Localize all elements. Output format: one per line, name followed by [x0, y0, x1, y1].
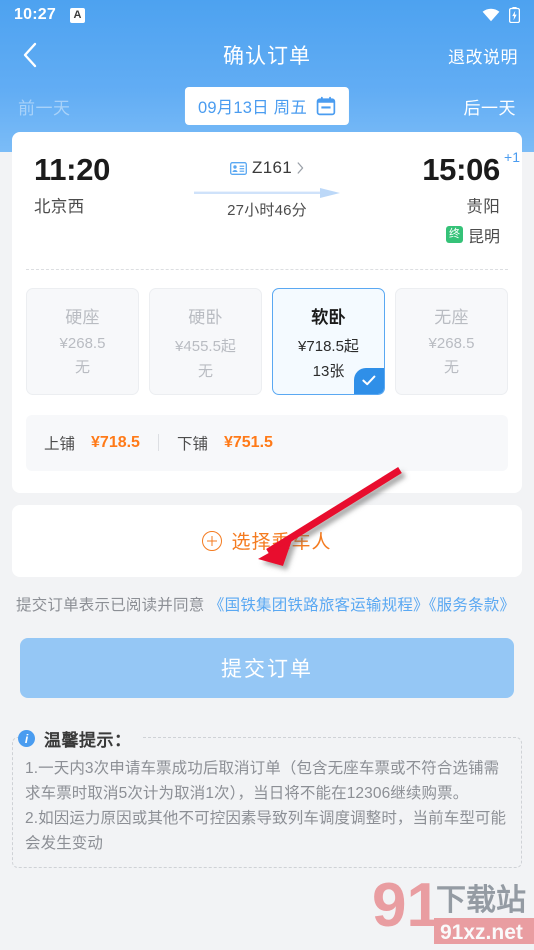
watermark-cn: 下载站: [436, 884, 526, 917]
train-number: Z161: [252, 158, 292, 177]
add-passenger-inner: 选择乘车人: [202, 527, 331, 554]
tip-line-1: 1.一天内3次申请车票成功后取消订单（包含无座车票或不符合选铺需求车票时取消5次…: [25, 760, 500, 803]
tips-title: 温馨提示：: [44, 731, 132, 751]
trip-card: 11:20 北京西 Z161 27小时46分 15:06 +1 贵阳 终 昆明 …: [12, 132, 522, 493]
berth-price-row: 上铺 ¥718.5 下铺 ¥751.5: [26, 414, 508, 471]
chevron-right-icon: [297, 162, 304, 174]
terminal-badge: 终: [445, 226, 463, 244]
tips-box: 1.一天内3次申请车票成功后取消订单（包含无座车票或不符合选铺需求车票时取消5次…: [12, 737, 522, 868]
seat-class-price: ¥268.5: [428, 334, 475, 352]
tips-header: i 温馨提示：: [18, 726, 142, 752]
seat-class-name: 软卧: [311, 307, 346, 327]
id-card-icon: [230, 161, 247, 175]
wifi-icon: [482, 8, 500, 22]
terminal-station-row: 终 昆明: [368, 223, 500, 247]
arrival-time-value: 15:06: [422, 152, 500, 187]
watermark-digit: 91: [374, 871, 441, 940]
seat-class-price: ¥455.5起: [175, 337, 236, 355]
trip-duration: 27小时46分: [227, 202, 307, 219]
departure-block: 11:20 北京西: [34, 152, 166, 217]
seat-class-count: 无: [74, 358, 90, 376]
seat-class-price: ¥268.5: [59, 334, 106, 352]
card-bottom-spacer: [12, 471, 522, 493]
selected-check-icon: [354, 367, 384, 394]
seat-class-tile-1[interactable]: 硬卧 ¥455.5起 无: [149, 287, 262, 395]
add-passenger-card[interactable]: 选择乘车人: [12, 504, 522, 577]
seat-class-count: 无: [443, 358, 459, 376]
watermark-url: 91xz.net: [440, 921, 523, 944]
arrival-day-offset: +1: [504, 149, 520, 165]
tip-line-2: 2.如因运力原因或其他不可控因素导致列车调度调整时，当前车型可能会发生变动: [25, 810, 507, 853]
seat-class-name: 无座: [434, 307, 469, 327]
seat-class-tile-0[interactable]: 硬座 ¥268.5 无: [26, 287, 139, 395]
tips-section: i 温馨提示： 1.一天内3次申请车票成功后取消订单（包含无座车票或不符合选铺需…: [12, 726, 522, 868]
next-day-button[interactable]: 后一天: [464, 94, 517, 119]
trip-summary-row: 11:20 北京西 Z161 27小时46分 15:06 +1 贵阳 终 昆明: [12, 132, 522, 253]
terminal-station-name: 昆明: [467, 228, 500, 246]
berth-price-upper: ¥718.5: [91, 433, 140, 451]
arrival-station: 贵阳: [466, 197, 500, 216]
terms-link-service-terms[interactable]: 《服务条款》: [429, 597, 515, 614]
seat-class-tile-2[interactable]: 软卧 ¥718.5起 13张: [272, 287, 385, 395]
site-watermark: 91 下载站 91xz.net: [374, 871, 534, 944]
terms-prefix: 提交订单表示已阅读并同意: [16, 596, 209, 614]
chevron-left-icon: [23, 42, 37, 68]
navigation-bar: 确认订单 退改说明: [0, 30, 534, 80]
seat-class-list: 硬座 ¥268.5 无 硬卧 ¥455.5起 无 软卧 ¥718.5起 13张: [12, 270, 522, 399]
header-region: 10:27 A 确认订单 退改说明 前一天 09月13日 周五 后一天: [0, 0, 534, 152]
berth-divider: [157, 434, 159, 452]
date-picker-button[interactable]: 09月13日 周五: [184, 87, 350, 125]
back-button[interactable]: [12, 37, 48, 73]
add-passenger-label: 选择乘车人: [231, 532, 332, 554]
status-bar-indicators: [482, 7, 520, 23]
calendar-icon: [316, 96, 336, 116]
battery-charging-icon: [509, 7, 520, 23]
seat-class-tile-3[interactable]: 无座 ¥268.5 无: [395, 287, 508, 395]
refund-change-policy-link[interactable]: 退改说明: [448, 43, 518, 68]
departure-time: 11:20: [34, 152, 111, 187]
status-bar-time: 10:27: [14, 6, 56, 23]
selected-date-label: 09月13日 周五: [197, 99, 308, 117]
journey-arrow: [194, 185, 340, 198]
status-bar: 10:27 A: [0, 0, 534, 30]
seat-class-name: 硬座: [65, 307, 100, 327]
terms-agreement-text: 提交订单表示已阅读并同意 《国铁集团铁路旅客运输规程》《服务条款》: [16, 593, 518, 619]
terms-link-transport-regulations[interactable]: 《国铁集团铁路旅客运输规程》: [209, 597, 429, 614]
seat-class-price: ¥718.5起: [298, 337, 359, 355]
berth-label-lower: 下铺: [176, 435, 208, 453]
submit-order-button[interactable]: 提交订单: [20, 638, 514, 699]
arrival-block: 15:06 +1 贵阳 终 昆明: [368, 150, 520, 247]
main-content: 11:20 北京西 Z161 27小时46分 15:06 +1 贵阳 终 昆明 …: [0, 132, 534, 868]
train-number-button[interactable]: Z161: [166, 158, 368, 178]
plus-circle-icon: [202, 530, 223, 551]
date-selector-bar: 前一天 09月13日 周五 后一天: [0, 80, 534, 132]
berth-label-upper: 上铺: [44, 435, 76, 453]
departure-station: 北京西: [34, 197, 85, 216]
train-info-block: Z161 27小时46分: [166, 154, 368, 220]
previous-day-button[interactable]: 前一天: [18, 94, 71, 119]
berth-price-lower: ¥751.5: [223, 433, 273, 451]
seat-class-name: 硬卧: [188, 307, 223, 327]
info-icon: i: [18, 730, 35, 748]
status-bar-app-icon: A: [69, 7, 85, 23]
seat-class-count: 无: [197, 362, 213, 380]
watermark-url-bg: [434, 918, 534, 944]
arrival-time: 15:06 +1: [422, 150, 520, 187]
